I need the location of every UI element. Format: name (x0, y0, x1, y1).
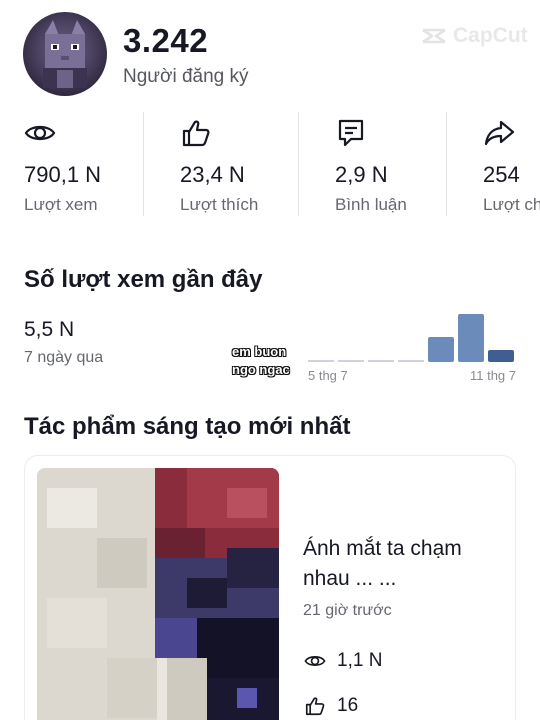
capcut-watermark: CapCut (420, 24, 528, 48)
recent-views-chart[interactable]: 5 thg 7 11 thg 7 (300, 300, 520, 390)
stat-comments-value: 2,9 N (335, 162, 388, 187)
chart-bar (428, 337, 454, 362)
sticker-caption: em buon ngo ngac (232, 343, 290, 379)
chart-bar (308, 360, 334, 362)
latest-creations-title: Tác phẩm sáng tạo mới nhất (24, 413, 351, 440)
subscriber-count: 3.242 (123, 22, 209, 59)
eye-icon (24, 125, 56, 141)
stat-views-label: Lượt xem (24, 195, 98, 214)
video-likes-value: 16 (337, 695, 359, 716)
subscriber-label: Người đăng ký (123, 66, 249, 87)
chart-tick-label: 5 thg 7 (308, 368, 348, 383)
profile-header: 3.242 Người đăng ký CapCut (0, 0, 540, 110)
video-title[interactable]: Ánh mắt ta chạm nhau ... ... (303, 534, 503, 594)
stat-divider (298, 112, 299, 216)
thumbs-up-icon (305, 697, 325, 716)
video-thumbnail-image (37, 468, 279, 720)
stats-row: 790,1 N Lượt xem 23,4 N Lượt thích 2,9 N… (0, 112, 540, 216)
chart-bar (368, 360, 394, 362)
stat-shares-label: Lượt chia sẻ (483, 195, 540, 214)
stat-likes-label: Lượt thích (180, 195, 259, 214)
video-views: 1,1 N (303, 650, 382, 672)
share-icon (484, 120, 515, 146)
chart-bar (338, 360, 364, 362)
sticker-caption-line: em buon (232, 344, 287, 359)
chart-bar (398, 360, 424, 362)
stat-divider (143, 112, 144, 216)
stat-likes-value: 23,4 N (180, 162, 245, 187)
avatar[interactable] (23, 12, 107, 96)
video-time: 21 giờ trước (303, 602, 392, 619)
stat-views-value: 790,1 N (24, 162, 102, 187)
stat-shares-value: 254 (483, 162, 520, 187)
cat-avatar-icon (43, 20, 87, 88)
stat-shares[interactable]: 254 Lượt chia sẻ (483, 112, 540, 216)
sticker-caption-line: ngo ngac (232, 362, 290, 377)
recent-views-period: 7 ngày qua (24, 349, 104, 366)
watermark-text: CapCut (453, 24, 528, 47)
comment-icon (338, 119, 364, 147)
video-views-value: 1,1 N (337, 650, 383, 671)
video-thumbnail[interactable] (37, 468, 279, 720)
stat-comments-label: Bình luận (335, 195, 407, 214)
capcut-logo-icon (422, 28, 446, 44)
chart-bar (458, 314, 484, 362)
chart-tick-label: 11 thg 7 (470, 368, 516, 383)
thumbs-up-icon (182, 120, 210, 147)
video-likes: 16 (303, 695, 358, 717)
chart-bar (488, 350, 514, 362)
eye-icon (304, 656, 326, 666)
recent-views-title: Số lượt xem gần đây (24, 266, 263, 293)
recent-views-value: 5,5 N (24, 318, 75, 341)
stat-divider (446, 112, 447, 216)
